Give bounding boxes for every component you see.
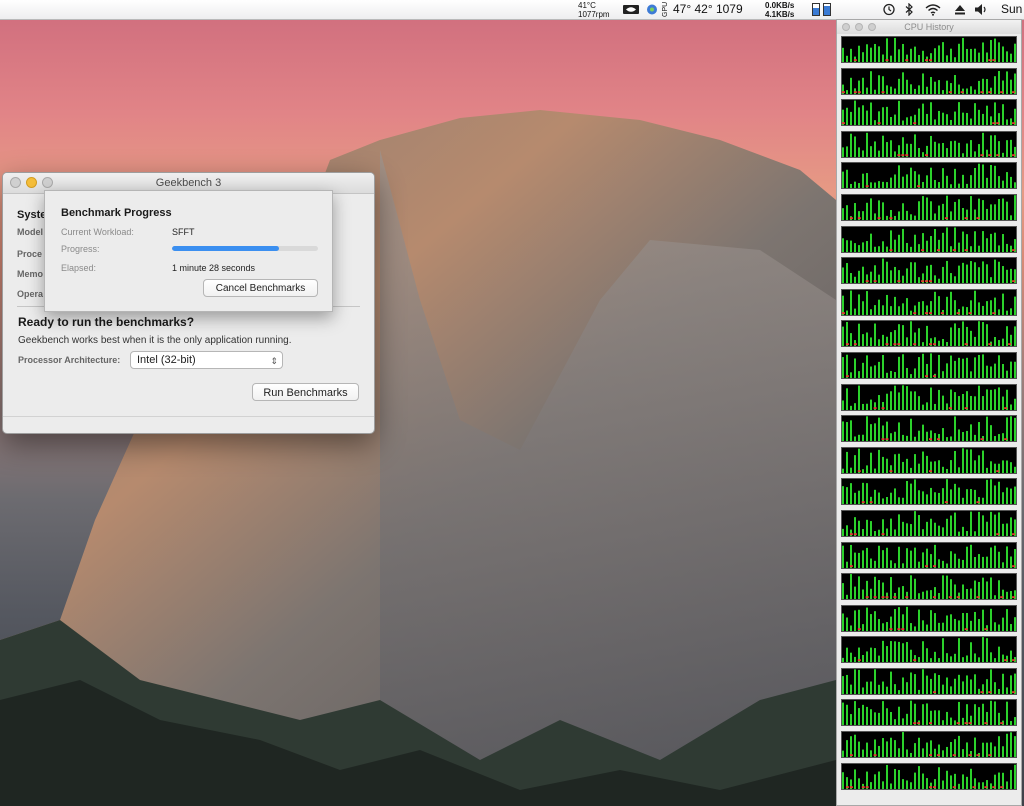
ready-heading: Ready to run the benchmarks? [18,315,195,329]
memory-meter-icon[interactable] [812,3,820,16]
close-button[interactable] [842,23,850,31]
cpu-core-graph [841,130,1017,158]
window-title: Geekbench 3 [155,177,222,189]
cpu-core-graph [841,99,1017,127]
cpu-temp-readout[interactable]: 41°C 1077rpm [578,1,610,20]
cpu-core-graph [841,351,1017,379]
cpu-core-graph [841,731,1017,759]
cancel-benchmarks-button[interactable]: Cancel Benchmarks [203,279,318,297]
menubar-clock[interactable]: Sun [1001,0,1022,19]
menu-bar: 41°C 1077rpm GPU 47° 42° 1079 0.0KB/s 4.… [0,0,1024,20]
progress-bar [172,246,318,251]
chevron-updown-icon: ⇕ [270,356,278,366]
time-machine-icon[interactable] [882,3,896,16]
wifi-icon[interactable] [925,3,941,16]
cpu-core-graph [841,478,1017,506]
processor-label: Proce [17,249,43,259]
fan-rpm-text: 1077rpm [578,10,610,19]
progress-bar-fill [172,246,279,251]
memory-label: Memo [17,269,44,279]
cpu-core-graph [841,415,1017,443]
cpu-core-graph [841,699,1017,727]
arch-select-value: Intel (32-bit) [137,354,196,366]
minimize-button[interactable] [26,177,37,188]
cpu-core-graph [841,667,1017,695]
bluetooth-icon[interactable] [904,3,914,16]
ready-description: Geekbench works best when it is the only… [18,335,292,346]
progress-label: Progress: [61,244,100,254]
temperature-readout[interactable]: 47° 42° 1079 [673,0,743,19]
cpu-core-graph [841,446,1017,474]
benchmark-progress-sheet: Benchmark Progress Current Workload: SFF… [44,190,333,312]
cpu-history-window: CPU History [836,19,1022,806]
cpu-core-graph [841,509,1017,537]
network-down-text: 4.1KB/s [765,10,795,19]
cpu-core-graph [841,288,1017,316]
cpu-core-graph [841,67,1017,95]
minimize-button[interactable] [855,23,863,31]
elapsed-value: 1 minute 28 seconds [172,263,256,273]
cpu-core-graph [841,762,1017,790]
cpu-temp-text: 41°C [578,1,596,10]
system-heading: Syste [17,209,47,221]
close-button[interactable] [10,177,21,188]
os-label: Opera [17,289,44,299]
cpu-history-title: CPU History [904,22,954,32]
cpu-core-graph [841,193,1017,221]
workload-label: Current Workload: [61,227,134,237]
zoom-button[interactable] [42,177,53,188]
footer-divider [3,416,374,417]
eject-icon[interactable] [954,3,966,16]
cpu-core-graph [841,257,1017,285]
zoom-button[interactable] [868,23,876,31]
arch-label: Processor Architecture: [18,355,121,365]
cpu-core-graph [841,225,1017,253]
cpu-core-graph [841,383,1017,411]
elapsed-label: Elapsed: [61,263,97,273]
cpu-core-graph [841,541,1017,569]
volume-icon[interactable] [974,3,988,16]
gpu-label: GPU [662,1,669,17]
cpu-core-graph [841,36,1017,63]
app-icon[interactable] [645,3,659,16]
arch-select[interactable]: Intel (32-bit) ⇕ [130,351,283,369]
cpu-history-titlebar[interactable]: CPU History [837,20,1021,34]
network-readout[interactable]: 0.0KB/s 4.1KB/s [765,1,794,20]
network-up-text: 0.0KB/s [765,1,795,10]
nvidia-icon[interactable] [622,3,640,16]
cpu-core-graph [841,162,1017,190]
progress-heading: Benchmark Progress [61,207,172,219]
cpu-core-graph [841,604,1017,632]
model-label: Model [17,227,43,237]
workload-value: SFFT [172,227,195,237]
run-benchmarks-button[interactable]: Run Benchmarks [252,383,359,401]
cpu-core-graph [841,573,1017,601]
cpu-core-graphs [841,36,1017,794]
cpu-core-graph [841,320,1017,348]
disk-meter-icon[interactable] [823,3,831,16]
cpu-core-graph [841,636,1017,664]
